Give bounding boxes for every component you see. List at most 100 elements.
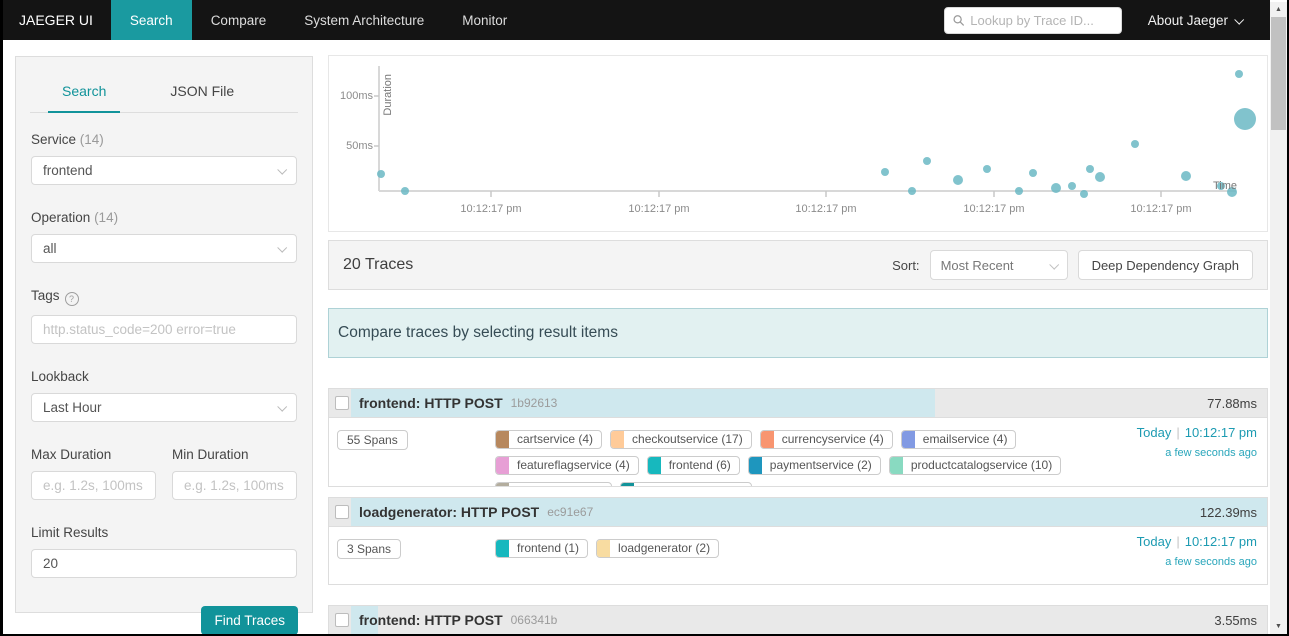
trace-result-card[interactable]: frontend: HTTP POST 066341b 3.55ms <box>328 605 1268 634</box>
sort-select[interactable]: Most Recent <box>929 250 1068 280</box>
nav-item-monitor[interactable]: Monitor <box>443 0 526 40</box>
trace-card-header[interactable]: loadgenerator: HTTP POST ec91e67 122.39m… <box>329 498 1267 527</box>
trace-result-card[interactable]: frontend: HTTP POST 1b92613 77.88ms 55 S… <box>328 388 1268 487</box>
scatter-point[interactable] <box>1029 169 1037 177</box>
trace-date: Today <box>1136 425 1172 440</box>
scatter-point[interactable] <box>377 170 385 178</box>
service-color-strip <box>621 483 635 486</box>
help-icon[interactable]: ? <box>64 292 79 306</box>
deep-dependency-graph-button[interactable]: Deep Dependency Graph <box>1077 250 1253 280</box>
nav-item-compare[interactable]: Compare <box>192 0 286 40</box>
vertical-scrollbar[interactable]: ▲ ▼ <box>1270 2 1287 634</box>
trace-duration: 3.55ms <box>1214 612 1257 628</box>
service-tag: cartservice (4) <box>495 430 603 449</box>
span-count-badge: 3 Spans <box>337 539 402 559</box>
service-tag: emailservice (4) <box>900 430 1017 449</box>
x-axis-label: Time <box>1213 180 1238 192</box>
service-tag: frontend (1) <box>495 539 589 558</box>
x-axis-tick: 10:12:17 pm <box>795 203 857 215</box>
service-tag: featureflagservice (4) <box>495 456 639 475</box>
about-jaeger-menu[interactable]: About Jaeger <box>1147 12 1245 28</box>
span-count-badge: 55 Spans <box>337 430 408 450</box>
nav-item-search[interactable]: Search <box>110 0 192 40</box>
scatter-point[interactable] <box>953 175 963 185</box>
service-tag: productcatalogservice (10) <box>888 456 1062 475</box>
limit-results-label: Limit Results <box>31 525 109 540</box>
trace-checkbox[interactable] <box>335 613 349 627</box>
min-duration-input[interactable] <box>172 471 297 500</box>
scatter-point[interactable] <box>923 157 931 165</box>
trace-card-body: 55 Spans cartservice (4) checkoutservice… <box>329 418 1267 486</box>
trace-duration: 77.88ms <box>1207 395 1257 411</box>
trace-title: frontend: HTTP POST <box>359 612 503 628</box>
trace-card-header[interactable]: frontend: HTTP POST 1b92613 77.88ms <box>329 389 1267 418</box>
trace-card-header[interactable]: frontend: HTTP POST 066341b 3.55ms <box>329 606 1267 634</box>
trace-title: frontend: HTTP POST <box>359 395 503 411</box>
service-color-strip <box>496 540 509 557</box>
operation-select-value: all <box>43 241 57 256</box>
trace-relative-time: a few seconds ago <box>1165 447 1257 459</box>
scatter-point[interactable] <box>1181 171 1191 181</box>
scatter-point[interactable] <box>908 187 916 195</box>
service-tag: frontend (6) <box>646 456 740 475</box>
x-axis-tick: 10:12:17 pm <box>460 203 522 215</box>
limit-results-input[interactable] <box>31 549 297 578</box>
scatter-point[interactable] <box>1051 183 1061 193</box>
scatter-point[interactable] <box>1235 70 1243 78</box>
trace-dates: Today | 10:12:17 pm a few seconds ago <box>1136 534 1257 568</box>
scatter-point[interactable] <box>881 168 889 176</box>
y-axis-tick: 100ms <box>339 90 373 102</box>
results-header-bar: 20 Traces Sort: Most Recent Deep Depende… <box>328 240 1268 290</box>
tags-label: Tags? <box>31 288 297 306</box>
tab-json-file[interactable]: JSON File <box>156 73 248 112</box>
scatter-point[interactable] <box>1131 140 1139 148</box>
service-color-strip <box>496 431 509 448</box>
about-jaeger-label: About Jaeger <box>1147 12 1228 28</box>
trace-count: 20 Traces <box>343 256 414 273</box>
chevron-down-icon <box>277 401 288 412</box>
brand-link[interactable]: JAEGER UI <box>3 0 111 40</box>
scatter-point[interactable] <box>1080 190 1088 198</box>
chevron-down-icon <box>277 242 288 253</box>
chevron-down-icon <box>277 164 288 175</box>
trace-title: loadgenerator: HTTP POST <box>359 504 540 520</box>
service-color-strip <box>889 457 903 474</box>
trace-time: 10:12:17 pm <box>1184 534 1257 549</box>
scatter-point[interactable] <box>1095 172 1105 182</box>
find-traces-button[interactable]: Find Traces <box>201 606 298 634</box>
trace-result-card[interactable]: loadgenerator: HTTP POST ec91e67 122.39m… <box>328 497 1268 585</box>
service-color-strip <box>496 483 509 486</box>
trace-duration: 122.39ms <box>1199 504 1257 520</box>
scatter-point[interactable] <box>1234 108 1256 130</box>
scatter-point[interactable] <box>1086 165 1094 173</box>
top-nav: JAEGER UI Search Compare System Architec… <box>3 0 1270 40</box>
service-select[interactable]: frontend <box>31 156 297 185</box>
operation-select[interactable]: all <box>31 234 297 263</box>
service-color-strip <box>748 457 762 474</box>
scroll-down-arrow[interactable]: ▼ <box>1270 619 1287 634</box>
lookback-label: Lookback <box>31 369 89 384</box>
scatter-point[interactable] <box>401 187 409 195</box>
sidebar-tabs: Search JSON File <box>30 73 298 113</box>
tab-search[interactable]: Search <box>48 73 121 113</box>
lookback-select-value: Last Hour <box>43 400 102 415</box>
service-tag: checkoutservice (17) <box>610 430 752 449</box>
nav-item-system-architecture[interactable]: System Architecture <box>285 0 443 40</box>
trace-lookup-input[interactable] <box>970 12 1113 28</box>
max-duration-input[interactable] <box>31 471 156 500</box>
chevron-down-icon <box>1048 259 1059 270</box>
lookback-select[interactable]: Last Hour <box>31 393 297 422</box>
scatter-point[interactable] <box>1068 182 1076 190</box>
service-color-strip <box>597 540 611 557</box>
service-tag: quoteservice (2) <box>495 482 613 486</box>
tags-input[interactable] <box>31 315 297 344</box>
trace-checkbox[interactable] <box>335 505 349 519</box>
scroll-up-arrow[interactable]: ▲ <box>1270 2 1287 17</box>
scrollbar-thumb[interactable] <box>1271 17 1286 130</box>
trace-card-body: 3 Spans frontend (1) loadgenerator (2) T… <box>329 527 1267 568</box>
service-color-strip <box>647 457 661 474</box>
scatter-point[interactable] <box>1015 187 1023 195</box>
scatter-point[interactable] <box>983 165 991 173</box>
trace-checkbox[interactable] <box>335 396 349 410</box>
jaeger-page: JAEGER UI Search Compare System Architec… <box>3 0 1287 634</box>
